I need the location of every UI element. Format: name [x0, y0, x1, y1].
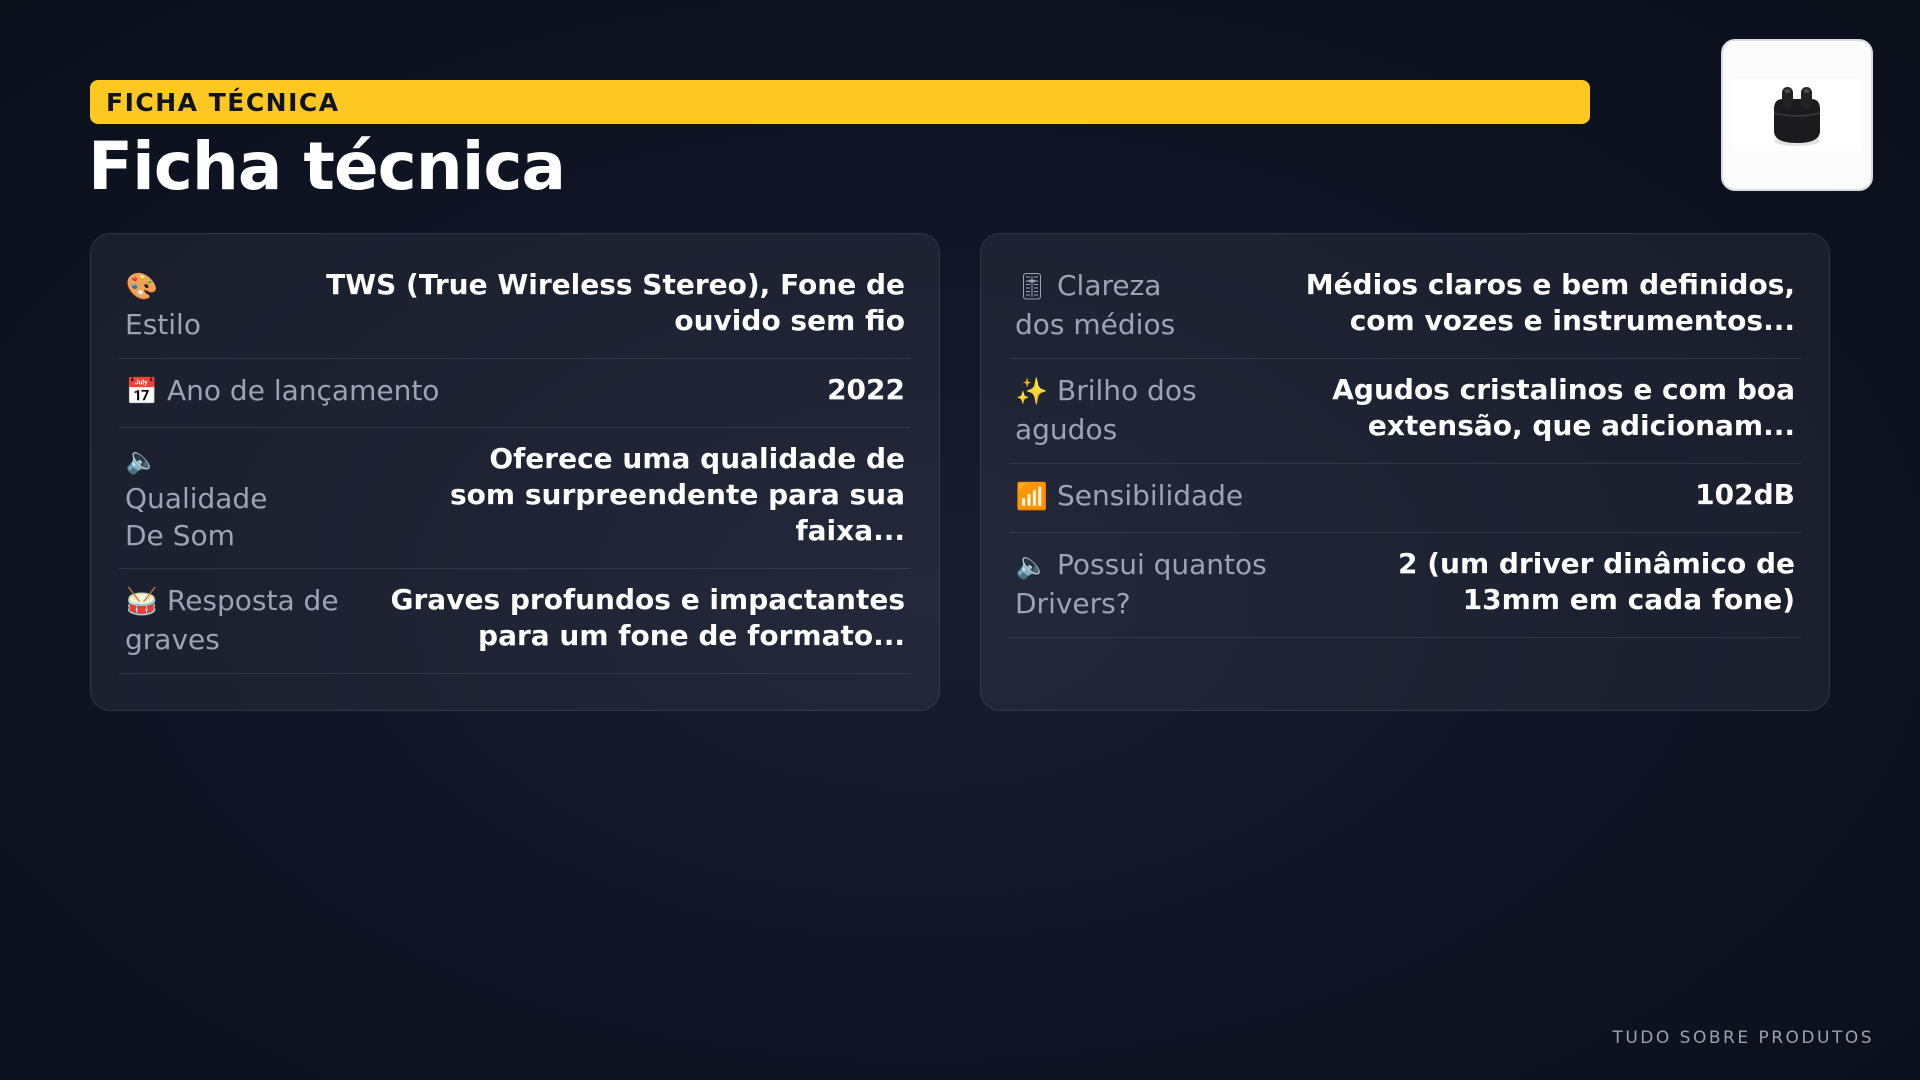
spec-row-mids-clarity: 🎚 Clareza dos médios Médios claros e bem …: [1009, 254, 1801, 359]
spec-value: Graves profundos e impactantes para um f…: [390, 583, 905, 652]
spec-label: ✨ Brilho dos agudos: [1015, 372, 1225, 448]
spec-label: 🔈 Possui quantos Drivers?: [1015, 546, 1295, 622]
palette-icon: 🎨: [125, 272, 159, 302]
spec-label: 🥁 Resposta de graves: [125, 582, 340, 658]
spec-label-text: Sensibilidade: [1057, 479, 1244, 512]
spec-row-driver-count: 🔈 Possui quantos Drivers? 2 (um driver di…: [1009, 533, 1801, 638]
spec-label-text: Estilo: [125, 308, 201, 341]
footer-brand: TUDO SOBRE PRODUTOS: [1612, 1028, 1874, 1048]
page-title: Ficha técnica: [88, 128, 566, 205]
spec-row-bass-response: 🥁 Resposta de graves Graves profundos e i…: [119, 569, 911, 674]
spec-card-right: 🎚 Clareza dos médios Médios claros e bem …: [980, 233, 1830, 711]
spec-label-text: Qualidade De Som: [125, 482, 268, 552]
speaker-icon: 🔈: [125, 446, 159, 476]
product-thumbnail[interactable]: [1721, 39, 1873, 191]
spec-label: 📶 Sensibilidade: [1015, 477, 1243, 516]
spec-row-release-year: 📅 Ano de lançamento 2022: [119, 359, 911, 428]
spec-row-sound-quality: 🔈 Qualidade De Som Oferece uma qualidade…: [119, 428, 911, 569]
spec-card-left: 🎨 Estilo TWS (True Wireless Stereo), Fon…: [90, 233, 940, 711]
spec-value: 102dB: [1695, 478, 1795, 511]
spec-value: Médios claros e bem definidos, com vozes…: [1305, 268, 1795, 337]
spec-value: Agudos cristalinos e com boa extensão, q…: [1332, 373, 1795, 442]
spec-row-treble-brightness: ✨ Brilho dos agudos Agudos cristalinos e …: [1009, 359, 1801, 464]
spec-label: 🔈 Qualidade De Som: [125, 441, 300, 554]
spec-value: 2 (um driver dinâmico de 13mm em cada fo…: [1398, 547, 1795, 616]
section-tag-bar: FICHA TÉCNICA: [90, 80, 1590, 124]
drum-icon: 🥁: [125, 587, 159, 617]
spec-value: TWS (True Wireless Stereo), Fone de ouvi…: [326, 268, 905, 337]
spec-label: 🎨 Estilo: [125, 267, 275, 343]
section-tag-label: FICHA TÉCNICA: [106, 87, 340, 117]
sparkles-icon: ✨: [1015, 377, 1049, 407]
spec-row-sensitivity: 📶 Sensibilidade 102dB: [1009, 464, 1801, 533]
spec-value: 2022: [827, 373, 905, 406]
spec-label: 📅 Ano de lançamento: [125, 372, 440, 411]
spec-row-style: 🎨 Estilo TWS (True Wireless Stereo), Fon…: [119, 254, 911, 359]
speaker-icon: 🔈: [1015, 551, 1049, 581]
spec-value: Oferece uma qualidade de som surpreenden…: [450, 442, 905, 547]
spec-label-text: Ano de lançamento: [167, 374, 440, 407]
calendar-icon: 📅: [125, 377, 159, 407]
spec-sheet-page: FICHA TÉCNICA Ficha técnica 🎨 Estilo TWS…: [0, 0, 1920, 1080]
spec-label: 🎚 Clareza dos médios: [1015, 267, 1210, 343]
signal-bars-icon: 📶: [1015, 482, 1049, 512]
level-slider-icon: 🎚: [1015, 272, 1049, 302]
spec-label-text: Possui quantos Drivers?: [1015, 548, 1267, 620]
earbuds-case-image: [1733, 79, 1861, 151]
earbuds-case-icon: [1773, 87, 1821, 146]
